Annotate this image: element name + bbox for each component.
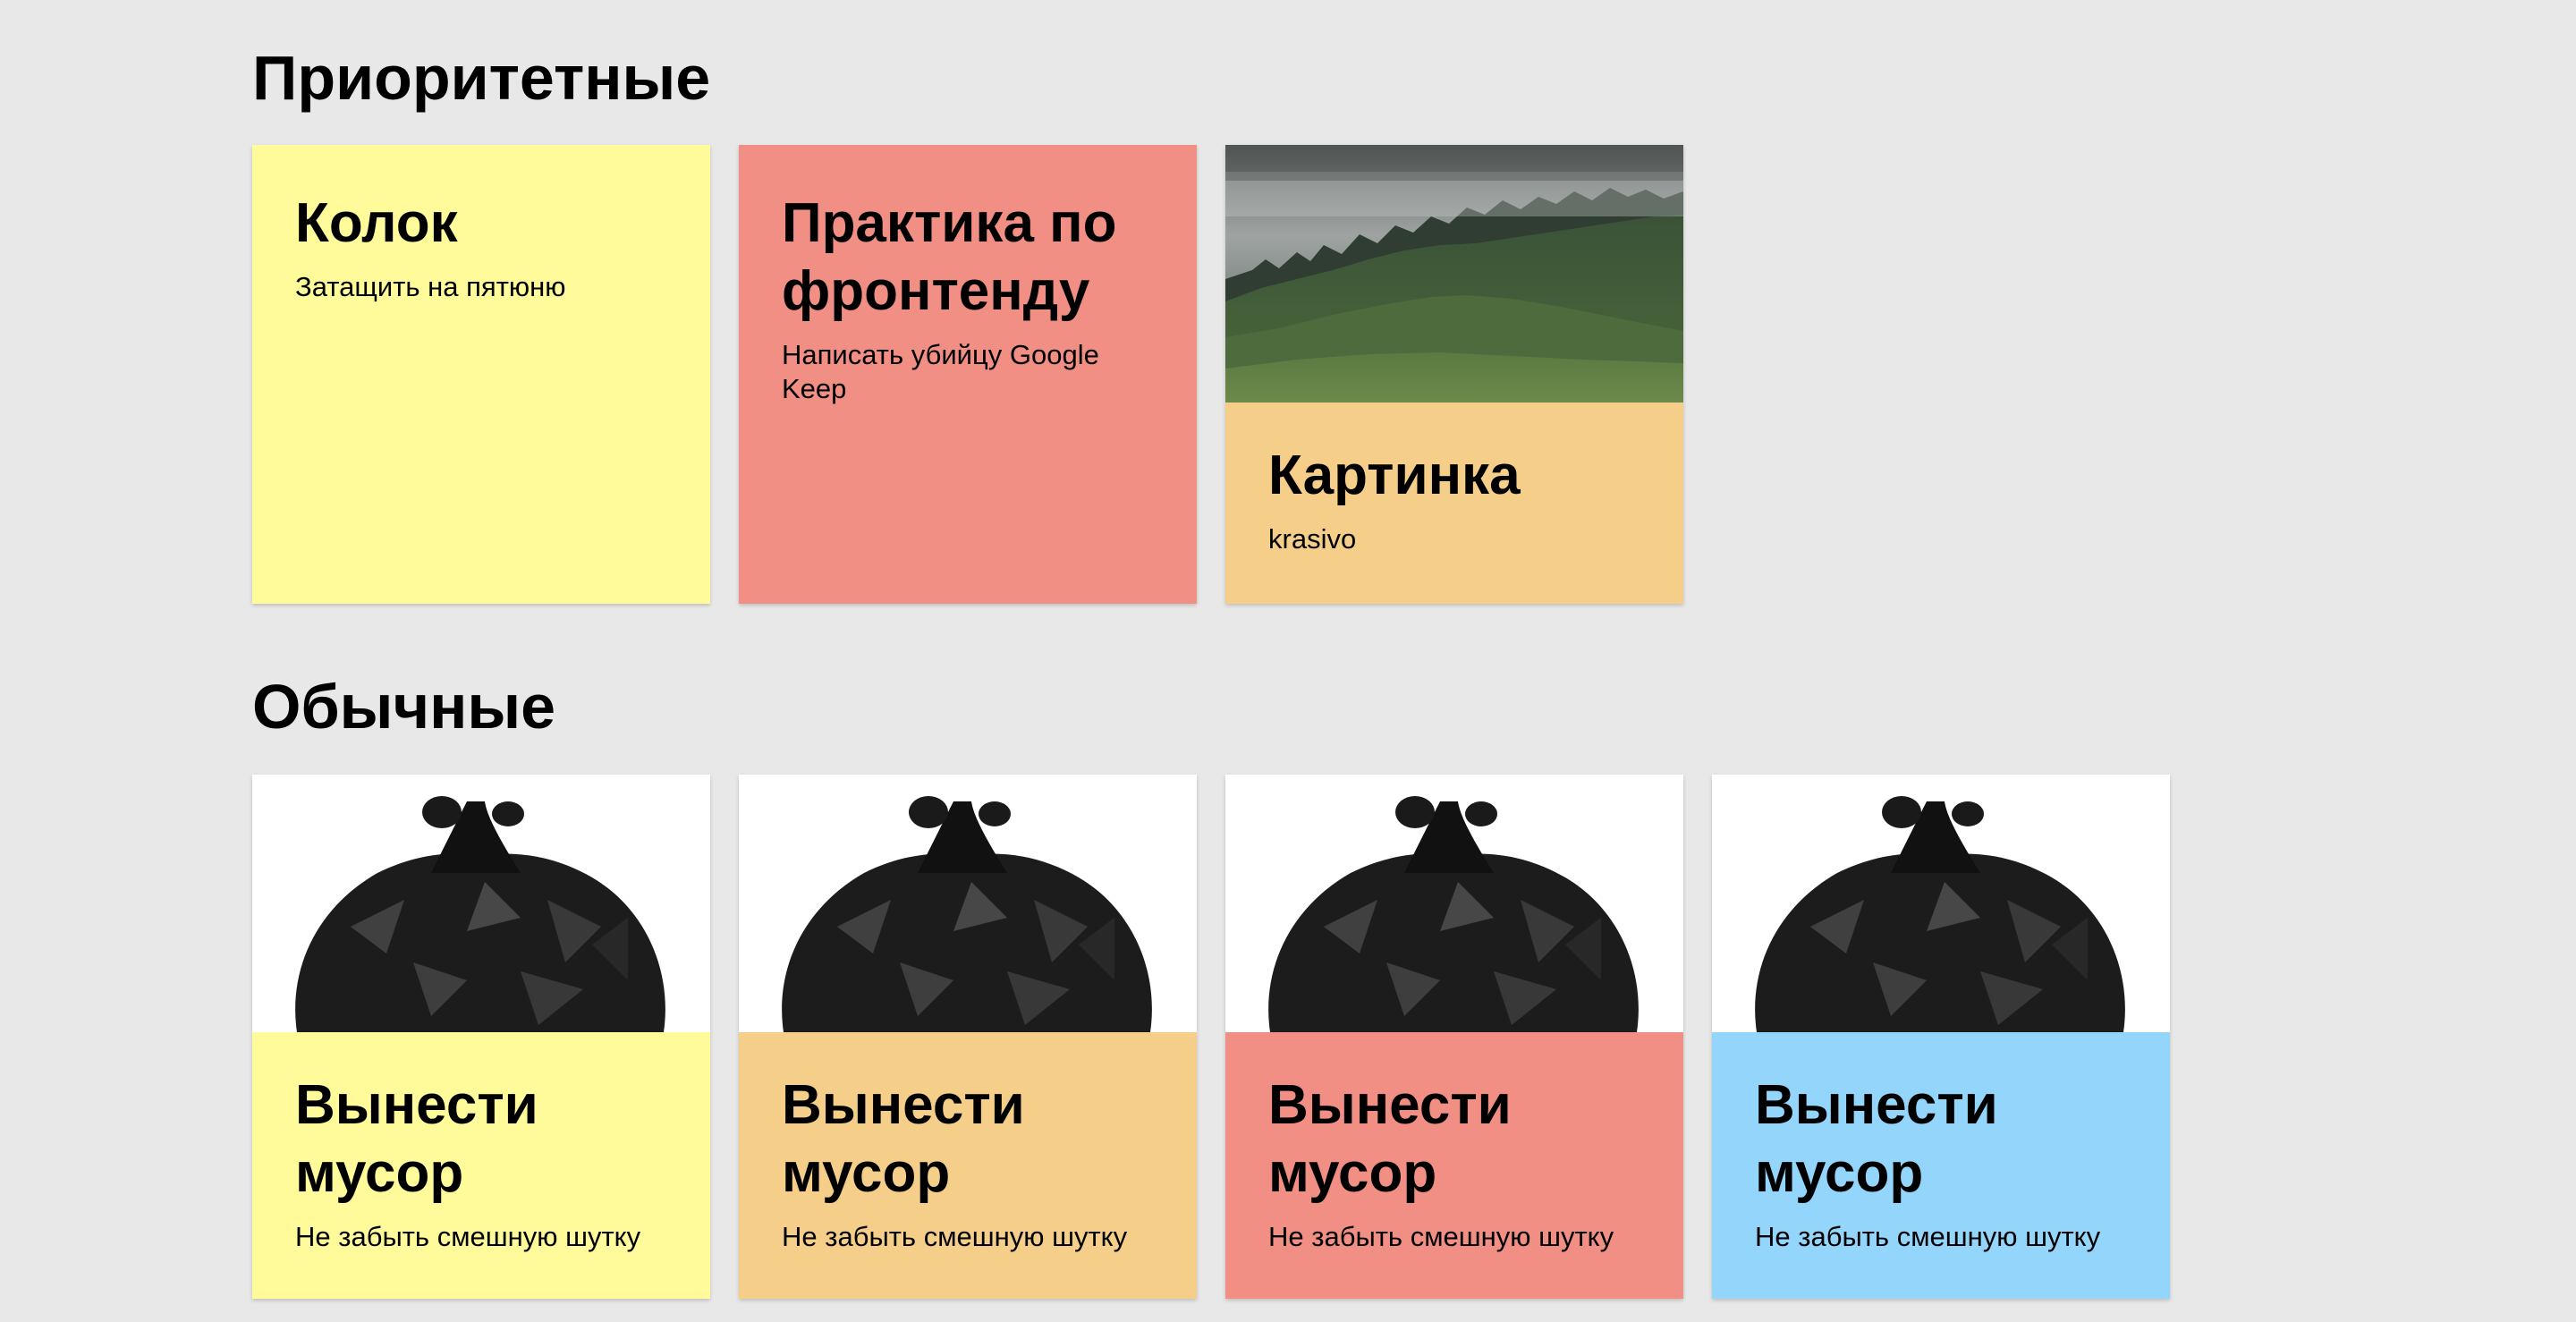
section-title-regular: Обычные	[252, 672, 556, 742]
note-card[interactable]: Практика по фронтенду Написать убийцу Go…	[739, 145, 1197, 604]
note-card[interactable]: Вынести мусор Не забыть смешную шутку	[739, 775, 1197, 1299]
note-text: krasivo	[1268, 523, 1357, 555]
note-text: Написать убийцу Google Keep	[782, 339, 1099, 404]
note-title: Практика по фронтенду	[782, 192, 1117, 322]
note-card[interactable]: Вынести мусор Не забыть смешную шутку	[1225, 775, 1683, 1299]
note-card-body: Вынести мусор Не забыть смешную шутку	[1225, 1032, 1683, 1254]
black-trash-bag-photo	[1225, 775, 1683, 1032]
note-card-body: Колок Затащить на пятюню	[252, 145, 710, 304]
black-trash-bag-photo	[252, 775, 710, 1032]
misty-forest-hill-photo	[1225, 145, 1683, 403]
black-trash-bag-photo	[739, 775, 1197, 1032]
note-card-body: Вынести мусор Не забыть смешную шутку	[252, 1032, 710, 1254]
note-title: Колок	[295, 192, 458, 254]
note-card-body: Практика по фронтенду Написать убийцу Go…	[739, 145, 1197, 406]
note-card-body: Картинка krasivo	[1225, 403, 1683, 556]
note-title: Вынести мусор	[295, 1074, 538, 1204]
note-text: Затащить на пятюню	[295, 271, 566, 302]
note-text: Не забыть смешную шутку	[782, 1221, 1128, 1252]
note-title: Картинка	[1268, 445, 1521, 506]
note-card-body: Вынести мусор Не забыть смешную шутку	[1712, 1032, 2170, 1254]
note-card-body: Вынести мусор Не забыть смешную шутку	[739, 1032, 1197, 1254]
note-title: Вынести мусор	[782, 1074, 1025, 1204]
note-title: Вынести мусор	[1268, 1074, 1512, 1204]
notes-board: Приоритетные Колок Затащить на пятюню Пр…	[0, 0, 2576, 1322]
note-title: Вынести мусор	[1755, 1074, 1998, 1204]
section-title-priority: Приоритетные	[252, 43, 711, 113]
note-card[interactable]: Вынести мусор Не забыть смешную шутку	[252, 775, 710, 1299]
note-card[interactable]: Картинка krasivo	[1225, 145, 1683, 604]
note-card[interactable]: Колок Затащить на пятюню	[252, 145, 710, 604]
note-card[interactable]: Вынести мусор Не забыть смешную шутку	[1712, 775, 2170, 1299]
note-text: Не забыть смешную шутку	[1268, 1221, 1614, 1252]
note-text: Не забыть смешную шутку	[1755, 1221, 2101, 1252]
note-text: Не забыть смешную шутку	[295, 1221, 641, 1252]
black-trash-bag-photo	[1712, 775, 2170, 1032]
